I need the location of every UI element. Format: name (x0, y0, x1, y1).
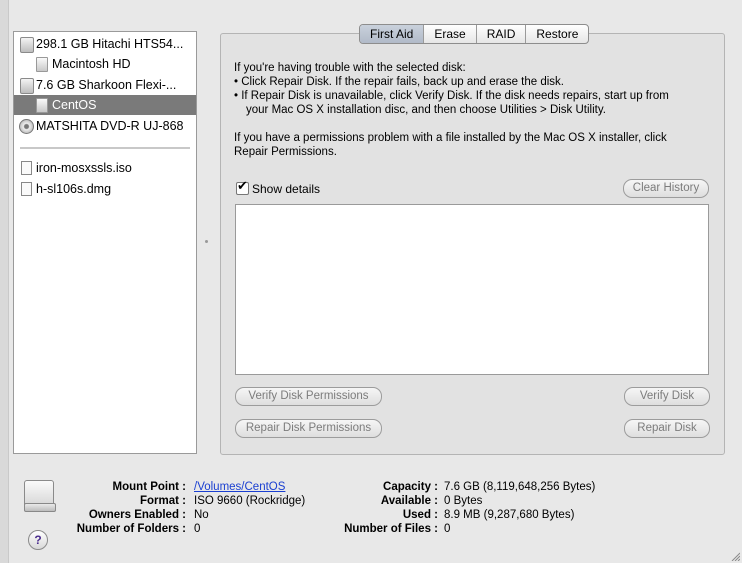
sidebar-item-iron-iso[interactable]: iron-mosxssls.iso (14, 158, 196, 178)
help-button[interactable]: ? (28, 530, 48, 550)
number-of-folders-label: Number of Folders : (76, 523, 186, 535)
sidebar-item-centos[interactable]: CentOS (14, 95, 196, 115)
selected-volume-icon-base (24, 503, 56, 512)
disk-image-icon (21, 161, 32, 175)
format-label: Format : (140, 495, 186, 507)
clear-history-button[interactable]: Clear History (623, 179, 709, 198)
available-value: 0 Bytes (444, 495, 483, 507)
first-aid-bullet-verify-cont: your Mac OS X installation disc, and the… (246, 104, 606, 116)
tab-restore[interactable]: Restore (525, 25, 588, 43)
repair-disk-permissions-button[interactable]: Repair Disk Permissions (235, 419, 382, 438)
volume-icon (36, 57, 48, 72)
dvd-drive-icon (19, 119, 34, 134)
sidebar-divider (20, 147, 190, 149)
hard-disk-icon (20, 78, 34, 94)
sidebar-item-dvd-drive[interactable]: MATSHITA DVD-R UJ-868 (14, 116, 196, 136)
sidebar-item-sharkoon-disk[interactable]: 7.6 GB Sharkoon Flexi-... (14, 75, 196, 95)
hard-disk-icon (20, 37, 34, 53)
checkmark-icon: ✔ (237, 178, 248, 193)
sidebar-item-macintosh-hd[interactable]: Macintosh HD (14, 54, 196, 74)
number-of-files-value: 0 (444, 523, 451, 535)
mount-point-label: Mount Point : (112, 481, 186, 493)
owners-enabled-label: Owners Enabled : (88, 509, 186, 521)
resize-grip-icon[interactable] (730, 551, 740, 561)
sidebar-item-hsl106s-dmg[interactable]: h-sl106s.dmg (14, 179, 196, 199)
used-label: Used : (402, 509, 438, 521)
disk-list-sidebar[interactable]: 298.1 GB Hitachi HTS54... Macintosh HD 7… (13, 31, 197, 454)
sidebar-item-label: 298.1 GB Hitachi HTS54... (36, 37, 184, 51)
capacity-value: 7.6 GB (8,119,648,256 Bytes) (444, 481, 596, 493)
tab-raid[interactable]: RAID (475, 25, 526, 43)
show-details-label: Show details (252, 182, 321, 196)
number-of-files-label: Number of Files : (344, 523, 438, 535)
split-view-handle[interactable] (205, 240, 208, 243)
background-window-edge (0, 0, 9, 563)
verify-disk-permissions-button[interactable]: Verify Disk Permissions (235, 387, 382, 406)
sidebar-item-label: CentOS (52, 98, 97, 112)
used-value: 8.9 MB (9,287,680 Bytes) (444, 509, 575, 521)
capacity-label: Capacity : (383, 481, 438, 493)
sidebar-item-label: MATSHITA DVD-R UJ-868 (36, 119, 184, 133)
sidebar-item-label: iron-mosxssls.iso (36, 161, 132, 175)
permissions-help-text: If you have a permissions problem with a… (234, 132, 667, 144)
sidebar-item-label: Macintosh HD (52, 57, 131, 71)
repair-disk-button[interactable]: Repair Disk (624, 419, 710, 438)
first-aid-bullet-repair: • Click Repair Disk. If the repair fails… (234, 76, 565, 88)
sidebar-item-hitachi-disk[interactable]: 298.1 GB Hitachi HTS54... (14, 34, 196, 54)
details-log-area[interactable] (235, 204, 709, 375)
available-label: Available : (380, 495, 438, 507)
permissions-help-text-cont: Repair Permissions. (234, 146, 337, 158)
sidebar-item-label: h-sl106s.dmg (36, 182, 112, 196)
format-value: ISO 9660 (Rockridge) (194, 495, 306, 507)
sidebar-item-label: 7.6 GB Sharkoon Flexi-... (36, 78, 177, 92)
tab-bar: First Aid Erase RAID Restore (359, 24, 590, 44)
tab-erase[interactable]: Erase (423, 25, 475, 43)
number-of-folders-value: 0 (194, 523, 201, 535)
verify-disk-button[interactable]: Verify Disk (624, 387, 710, 406)
disk-image-icon (21, 182, 32, 196)
first-aid-intro: If you're having trouble with the select… (234, 62, 466, 74)
owners-enabled-value: No (194, 509, 209, 521)
mount-point-link[interactable]: /Volumes/CentOS (194, 480, 285, 494)
tab-first-aid[interactable]: First Aid (360, 25, 424, 43)
show-details-checkbox[interactable]: ✔ (236, 178, 249, 195)
volume-icon (36, 98, 48, 113)
first-aid-bullet-verify: • If Repair Disk is unavailable, click V… (234, 90, 669, 102)
